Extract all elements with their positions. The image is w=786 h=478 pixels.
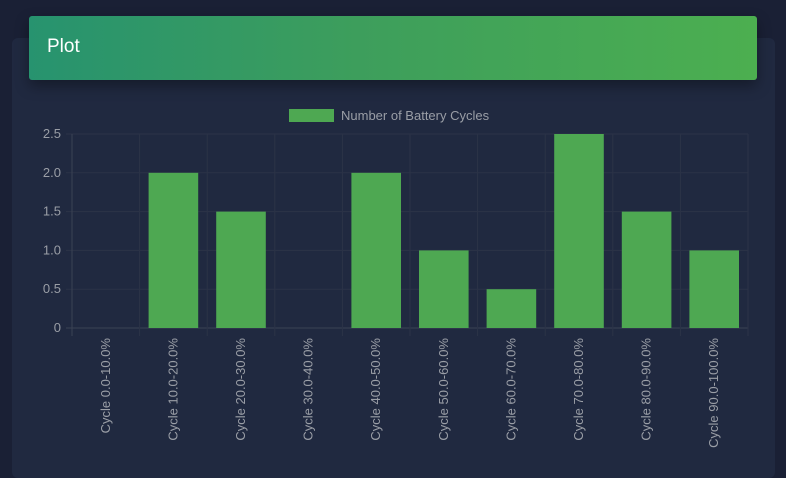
y-tick-label: 1.5 [43,204,61,219]
bar [689,250,739,328]
x-tick-label: Cycle 10.0-20.0% [165,338,180,441]
bar [351,172,401,328]
legend-label: Number of Battery Cycles [341,108,490,123]
y-tick-label: 0 [54,320,61,335]
x-tick-label: Cycle 50.0-60.0% [436,338,451,441]
bar [419,250,469,328]
x-tick-label: Cycle 0.0-10.0% [98,338,113,434]
bar-chart: 0 0.5 1.0 1.5 2.0 2.5 Cycle 0.0-10.0% Cycle 10.… [43,108,749,448]
x-tick-label: Cycle 30.0-40.0% [301,338,316,441]
bar [486,289,537,328]
x-tick-label: Cycle 40.0-50.0% [368,338,383,441]
bar [148,172,199,328]
x-tick-label: Cycle 90.0-100.0% [706,338,721,448]
x-tick-label: Cycle 70.0-80.0% [571,338,586,441]
legend-swatch [289,109,334,122]
y-tick-label: 0.5 [43,281,61,296]
x-tick-label: Cycle 80.0-90.0% [639,338,654,441]
x-tick-label: Cycle 20.0-30.0% [233,338,248,441]
x-tick-label: Cycle 60.0-70.0% [503,338,518,441]
y-tick-label: 2.0 [43,165,61,180]
y-tick-label: 2.5 [43,126,61,141]
bar [216,211,266,328]
bar [621,211,672,328]
y-tick-label: 1.0 [43,242,61,257]
bar [554,134,604,328]
